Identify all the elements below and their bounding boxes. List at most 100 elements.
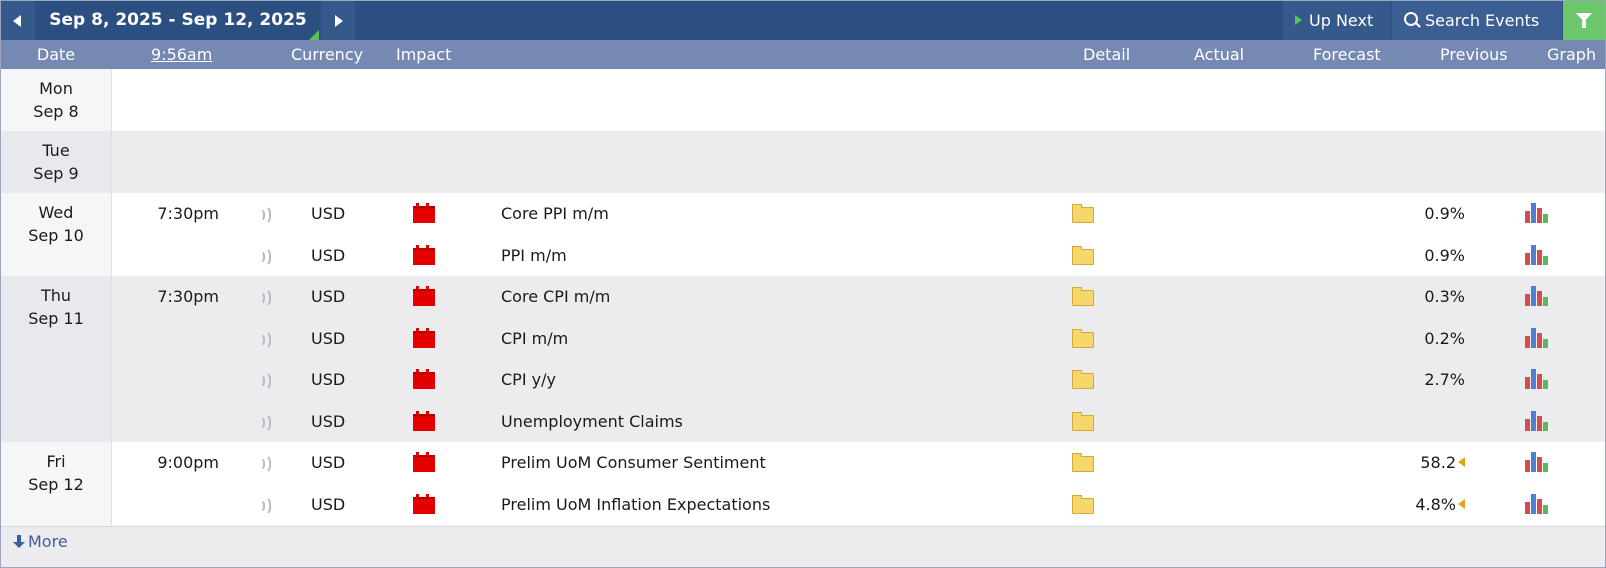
event-currency: USD bbox=[311, 453, 346, 472]
previous-value: 4.8% bbox=[1415, 495, 1456, 514]
date-range-selector[interactable]: Sep 8, 2025 - Sep 12, 2025 bbox=[37, 1, 319, 40]
event-previous: 2.7% bbox=[1381, 359, 1465, 401]
event-row[interactable]: USD CPI y/y 2.7% bbox=[111, 359, 1605, 401]
day-group: Thu Sep 11 7:30pm USD Core CPI m/m 0.3% USD CPI… bbox=[1, 276, 1605, 442]
previous-value: 0.2% bbox=[1424, 329, 1465, 348]
event-title[interactable]: Prelim UoM Consumer Sentiment bbox=[501, 442, 766, 484]
sound-icon[interactable] bbox=[259, 371, 271, 391]
bar-graph-icon[interactable] bbox=[1525, 411, 1549, 431]
event-title[interactable]: CPI m/m bbox=[501, 318, 568, 360]
column-detail: Detail bbox=[1083, 45, 1131, 64]
search-events-label: Search Events bbox=[1425, 11, 1540, 30]
current-time-link[interactable]: 9:56am bbox=[151, 40, 212, 69]
event-title[interactable]: Core PPI m/m bbox=[501, 193, 609, 235]
folder-icon[interactable] bbox=[1072, 495, 1094, 514]
high-impact-icon[interactable] bbox=[413, 369, 435, 389]
sound-icon[interactable] bbox=[259, 330, 271, 350]
high-impact-icon[interactable] bbox=[413, 245, 435, 265]
play-icon bbox=[1295, 15, 1302, 25]
folder-icon[interactable] bbox=[1072, 453, 1094, 472]
bar-graph-icon[interactable] bbox=[1525, 245, 1549, 265]
next-week-button[interactable] bbox=[321, 1, 355, 40]
search-events-button[interactable]: Search Events bbox=[1392, 1, 1562, 40]
day-cell: Fri Sep 12 bbox=[1, 442, 112, 525]
event-row[interactable]: USD Unemployment Claims bbox=[111, 401, 1605, 443]
high-impact-icon[interactable] bbox=[413, 286, 435, 306]
high-impact-icon[interactable] bbox=[413, 452, 435, 472]
bar-graph-icon[interactable] bbox=[1525, 494, 1549, 514]
high-impact-icon[interactable] bbox=[413, 328, 435, 348]
event-time: 9:00pm bbox=[157, 453, 219, 472]
day-date: Sep 11 bbox=[28, 309, 84, 328]
day-date: Sep 8 bbox=[33, 102, 79, 121]
bar-graph-icon[interactable] bbox=[1525, 369, 1549, 389]
event-row[interactable]: USD PPI m/m 0.9% bbox=[111, 235, 1605, 277]
event-previous: 0.9% bbox=[1381, 235, 1465, 277]
high-impact-icon[interactable] bbox=[413, 494, 435, 514]
event-title[interactable]: Prelim UoM Inflation Expectations bbox=[501, 484, 770, 526]
event-row[interactable]: USD CPI m/m 0.2% bbox=[111, 318, 1605, 360]
event-previous: 4.8% bbox=[1381, 484, 1465, 526]
event-title[interactable]: Core CPI m/m bbox=[501, 276, 610, 318]
column-graph: Graph bbox=[1547, 45, 1597, 64]
event-currency: USD bbox=[311, 412, 346, 431]
folder-icon[interactable] bbox=[1072, 329, 1094, 348]
previous-week-button[interactable] bbox=[1, 1, 35, 40]
folder-icon[interactable] bbox=[1072, 246, 1094, 265]
sound-icon[interactable] bbox=[259, 247, 271, 267]
event-time: 7:30pm bbox=[157, 287, 219, 306]
folder-icon[interactable] bbox=[1072, 370, 1094, 389]
event-row[interactable]: 7:30pm USD Core PPI m/m 0.9% bbox=[111, 193, 1605, 235]
filter-button[interactable] bbox=[1563, 1, 1605, 40]
day-name: Tue bbox=[42, 141, 70, 160]
column-previous: Previous bbox=[1440, 45, 1508, 64]
arrow-down-icon bbox=[13, 535, 25, 549]
bar-graph-icon[interactable] bbox=[1525, 203, 1549, 223]
event-title[interactable]: CPI y/y bbox=[501, 359, 556, 401]
bar-graph-icon[interactable] bbox=[1525, 452, 1549, 472]
event-row[interactable]: 9:00pm USD Prelim UoM Consumer Sentiment 58… bbox=[111, 442, 1605, 484]
day-date: Sep 9 bbox=[33, 164, 79, 183]
bar-graph-icon[interactable] bbox=[1525, 286, 1549, 306]
previous-value: 0.9% bbox=[1424, 204, 1465, 223]
folder-icon[interactable] bbox=[1072, 204, 1094, 223]
event-currency: USD bbox=[311, 204, 346, 223]
event-time: 7:30pm bbox=[157, 204, 219, 223]
event-row[interactable]: 7:30pm USD Core CPI m/m 0.3% bbox=[111, 276, 1605, 318]
event-currency: USD bbox=[311, 370, 346, 389]
column-date: Date bbox=[36, 45, 76, 64]
event-row[interactable]: USD Prelim UoM Inflation Expectations 4.8% bbox=[111, 484, 1605, 526]
day-name: Thu bbox=[40, 286, 72, 305]
event-currency: USD bbox=[311, 246, 346, 265]
date-range-label: Sep 8, 2025 - Sep 12, 2025 bbox=[49, 10, 307, 30]
previous-value: 58.2 bbox=[1420, 453, 1456, 472]
event-previous: 0.2% bbox=[1381, 318, 1465, 360]
event-title[interactable]: PPI m/m bbox=[501, 235, 567, 277]
search-icon bbox=[1404, 12, 1418, 26]
sound-icon[interactable] bbox=[259, 454, 271, 474]
event-currency: USD bbox=[311, 287, 346, 306]
up-next-button[interactable]: Up Next bbox=[1283, 1, 1391, 40]
sound-icon[interactable] bbox=[259, 205, 271, 225]
revised-arrow-icon bbox=[1458, 499, 1465, 509]
up-next-label: Up Next bbox=[1309, 11, 1374, 30]
high-impact-icon[interactable] bbox=[413, 411, 435, 431]
folder-icon[interactable] bbox=[1072, 287, 1094, 306]
event-previous: 58.2 bbox=[1381, 442, 1465, 484]
day-name: Fri bbox=[46, 452, 66, 471]
folder-icon[interactable] bbox=[1072, 412, 1094, 431]
day-name: Wed bbox=[38, 203, 74, 222]
previous-value: 2.7% bbox=[1424, 370, 1465, 389]
sound-icon[interactable] bbox=[259, 413, 271, 433]
sound-icon[interactable] bbox=[259, 496, 271, 516]
day-cell: Mon Sep 8 bbox=[1, 69, 112, 131]
sound-icon[interactable] bbox=[259, 288, 271, 308]
day-cell: Wed Sep 10 bbox=[1, 193, 112, 276]
high-impact-icon[interactable] bbox=[413, 203, 435, 223]
toolbar: Sep 8, 2025 - Sep 12, 2025 Up Next Searc… bbox=[1, 1, 1605, 40]
day-group: Tue Sep 9 bbox=[1, 131, 1605, 193]
bar-graph-icon[interactable] bbox=[1525, 328, 1549, 348]
event-title[interactable]: Unemployment Claims bbox=[501, 401, 683, 443]
more-button[interactable]: More bbox=[13, 527, 68, 557]
day-date: Sep 10 bbox=[28, 226, 84, 245]
